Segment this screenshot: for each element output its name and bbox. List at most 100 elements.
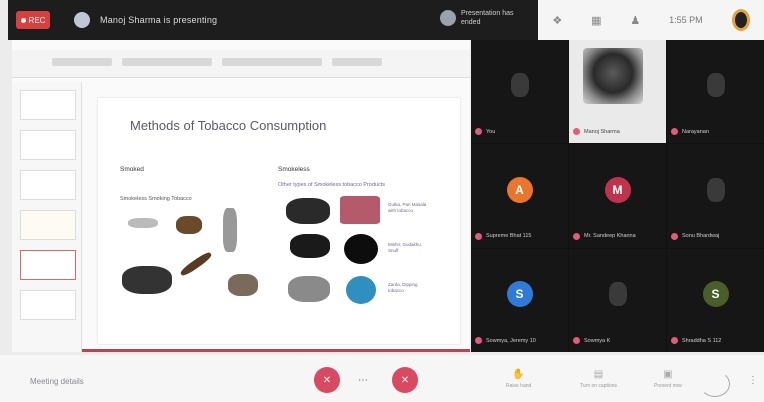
ppt-ribbon — [12, 50, 470, 78]
slide-title: Methods of Tobacco Consumption — [130, 118, 327, 133]
participant-avatar — [510, 73, 529, 98]
captions-label: Turn on captions — [580, 383, 618, 389]
top-toolbar: ❖ ▦ ♟ 1:55 PM — [538, 0, 764, 40]
people-icon[interactable]: ♟ — [630, 14, 640, 27]
hand-icon: ✋ — [512, 369, 525, 380]
slide-thumbnail-active[interactable] — [20, 250, 76, 280]
kebab-menu-icon[interactable]: ⋮ — [748, 375, 758, 386]
participant-name: You — [486, 128, 496, 135]
self-avatar[interactable] — [731, 9, 750, 31]
participant-name: Shraddha S 112 — [682, 337, 722, 344]
participant-name-row: Sowmya, Jeremy 10 — [475, 337, 536, 344]
participant-name: Sonu Bhardwaj — [682, 233, 720, 240]
participant-avatar: S — [702, 281, 729, 308]
present-icon: ▣ — [663, 369, 673, 380]
participant-tile[interactable]: Sonu Bhardwaj — [667, 144, 764, 248]
participant-tile[interactable]: S Sowmya, Jeremy 10 — [471, 248, 568, 352]
participant-avatar — [706, 177, 725, 202]
mic-muted-icon — [573, 337, 580, 344]
meeting-controls: Meeting details ✕ ⋯ ✕ ✋ Raise hand ▤ Tur… — [0, 355, 764, 402]
participant-tile[interactable]: S Shraddha S 112 — [667, 248, 764, 352]
meeting-details-button[interactable]: Meeting details — [30, 377, 84, 386]
caption-text: Gutka, Pan Masala with tobacco — [388, 202, 427, 213]
mic-muted-icon — [671, 337, 678, 344]
gutka-image — [340, 196, 380, 224]
slide-thumbnail[interactable] — [20, 130, 76, 160]
slide-thumbnail[interactable] — [20, 90, 76, 120]
presentation-status: Presentation has ended — [461, 9, 533, 27]
participant-avatar — [608, 282, 627, 307]
grid-layout-icon[interactable]: ▦ — [591, 14, 601, 27]
pin-icon[interactable]: ❖ — [552, 14, 562, 27]
participant-name: Supreme Bhat 115 — [486, 233, 532, 240]
video-feed — [583, 48, 643, 104]
meet-window: REC Manoj Sharma is presenting Presentat… — [0, 0, 764, 402]
participant-tile[interactable]: You — [471, 40, 568, 144]
participant-grid: You Manoj Sharma Narayanan A Supreme Bhat 11… — [471, 40, 764, 352]
mic-muted-icon — [573, 232, 580, 240]
participant-name-row: Sowmya K — [573, 337, 610, 344]
participant-name-row: Manoj Sharma — [573, 128, 620, 136]
captions-button[interactable]: ▤ Turn on captions — [580, 369, 617, 389]
mic-muted-icon — [475, 232, 482, 240]
mishri-image — [290, 234, 330, 258]
current-slide: Methods of Tobacco Consumption Smoked Sm… — [98, 98, 460, 344]
presenter-label: Manoj Sharma is presenting — [100, 15, 218, 25]
khaini-image — [286, 198, 330, 224]
mic-muted-icon — [671, 232, 678, 240]
hookah-image — [223, 208, 237, 252]
chutta-image — [228, 274, 258, 296]
caption-text: Mishri, Gudakhu, Snuff — [388, 242, 423, 253]
participant-name: Manoj Sharma — [584, 128, 620, 135]
record-dot-icon — [20, 17, 26, 23]
mic-off-icon[interactable]: ✕ — [314, 367, 340, 393]
participant-name: Narayanan — [682, 128, 709, 135]
participant-name: Sowmya K — [584, 337, 611, 344]
mic-muted-icon — [573, 128, 580, 136]
recording-badge: REC — [16, 11, 50, 29]
zarda-image — [288, 276, 330, 302]
smokeless-heading: Smokeless — [278, 166, 310, 173]
snuff-image — [344, 234, 378, 264]
participant-name: Mr. Sandeep Khanna — [584, 233, 636, 240]
presenter-avatar — [74, 12, 90, 28]
status-line-1: Presentation has — [461, 10, 514, 17]
mic-muted-icon — [671, 128, 678, 136]
participant-tile[interactable]: Manoj Sharma — [569, 40, 666, 144]
participant-name: Sowmya, Jeremy 10 — [486, 337, 536, 344]
participant-tile[interactable]: Narayanan — [667, 40, 764, 144]
clock: 1:55 PM — [669, 15, 703, 25]
present-label: Present now — [654, 383, 682, 389]
cigar-image — [178, 250, 214, 278]
participant-name-row: Supreme Bhat 115 — [475, 232, 532, 240]
participant-tile[interactable]: A Supreme Bhat 115 — [471, 144, 568, 248]
bidi-image — [122, 266, 172, 294]
leave-call-icon[interactable] — [700, 371, 730, 397]
participant-tile[interactable]: M Mr. Sandeep Khanna — [569, 144, 666, 248]
recording-label: REC — [28, 15, 46, 25]
participant-avatar: A — [506, 176, 533, 203]
mic-muted-icon — [475, 337, 482, 344]
participant-tile[interactable]: Sowmya K — [569, 248, 666, 352]
status-line-2: ended — [461, 19, 481, 26]
camera-off-icon[interactable]: ✕ — [392, 367, 418, 393]
slide-thumbnail[interactable] — [20, 290, 76, 320]
host-avatar — [440, 10, 456, 26]
present-now-button[interactable]: ▣ Present now — [654, 369, 682, 389]
slide-thumbnail[interactable] — [20, 210, 76, 240]
participant-name-row: Mr. Sandeep Khanna — [573, 232, 636, 240]
participant-name-row: Narayanan — [671, 128, 709, 136]
participant-avatar — [706, 73, 725, 98]
participant-name-row: Shraddha S 112 — [671, 337, 721, 344]
more-options-icon[interactable]: ⋯ — [358, 375, 368, 386]
slide-thumbnail[interactable] — [20, 170, 76, 200]
cigarette-image — [128, 218, 158, 228]
raise-hand-button[interactable]: ✋ Raise hand — [506, 369, 531, 389]
presentation-header: REC Manoj Sharma is presenting Presentat… — [8, 0, 538, 40]
smoked-subheading: Smokeless Smoking Tobacco — [120, 196, 192, 202]
participant-avatar: S — [506, 281, 533, 308]
smoked-heading: Smoked — [120, 166, 144, 173]
captions-icon: ▤ — [593, 369, 604, 380]
shared-screen: Methods of Tobacco Consumption Smoked Sm… — [12, 40, 470, 352]
smokeless-subheading: Other types of Smokeless tobacco Product… — [278, 182, 385, 188]
